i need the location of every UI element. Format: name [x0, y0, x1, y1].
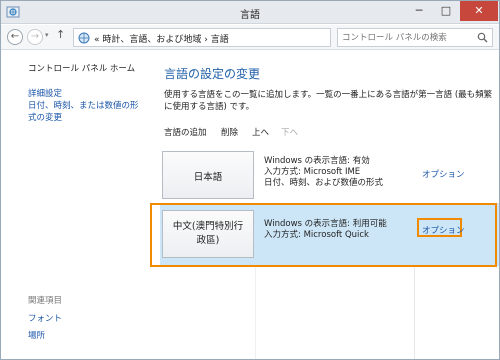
control-panel-location-icon — [78, 32, 90, 44]
forward-button[interactable]: → — [27, 29, 43, 45]
control-panel-window: 言語 ─ □ ✕ ← → ▾ ↑ « 時計、言語、および地域 › 言語 ▾ ↻ … — [0, 0, 500, 360]
column-divider — [255, 266, 256, 359]
language-toolbar: 言語の追加 削除 上へ 下へ — [151, 123, 499, 143]
sidebar-link-control-panel-home[interactable]: コントロール パネル ホーム — [28, 63, 135, 75]
sidebar-link-location[interactable]: 場所 — [28, 330, 45, 342]
maximize-button[interactable]: □ — [433, 1, 459, 21]
selected-row-highlight-box — [150, 203, 497, 267]
remove-language-button[interactable]: 削除 — [221, 126, 238, 138]
minimize-button[interactable]: ─ — [406, 1, 432, 21]
language-name: 日本語 — [193, 172, 223, 183]
search-box[interactable] — [337, 28, 493, 47]
format-info: 日付、時刻、および数値の形式 — [264, 178, 384, 188]
title-bar: 言語 ─ □ ✕ — [1, 1, 499, 24]
move-up-button[interactable]: 上へ — [252, 126, 269, 138]
address-row: ← → ▾ ↑ « 時計、言語、および地域 › 言語 ▾ ↻ — [1, 25, 499, 50]
sidebar-link-date-time-format[interactable]: 日付、時刻、または数値の形式の変更 — [28, 100, 146, 124]
language-info: Windows の表示言語: 有効 入力方式: Microsoft IME 日付… — [264, 156, 383, 189]
language-button-japanese[interactable]: 日本語 — [162, 151, 254, 199]
recent-locations-dropdown-icon[interactable]: ▾ — [45, 31, 49, 39]
address-bar[interactable]: « 時計、言語、および地域 › 言語 ▾ ↻ — [73, 28, 394, 47]
related-items-heading: 関連項目 — [28, 296, 63, 306]
language-row-japanese[interactable]: 日本語 Windows の表示言語: 有効 入力方式: Microsoft IM… — [160, 146, 499, 204]
search-input[interactable] — [342, 31, 470, 44]
add-language-button[interactable]: 言語の追加 — [164, 126, 207, 138]
page-description: 使用する言語をこの一覧に追加します。一覧の一番上にある言語が第一言語 (最も頻繁… — [164, 90, 493, 112]
breadcrumb[interactable]: « 時計、言語、および地域 › 言語 — [94, 32, 229, 45]
close-button[interactable]: ✕ — [460, 1, 498, 21]
move-down-button[interactable]: 下へ — [281, 126, 298, 138]
sidebar-link-fonts[interactable]: フォント — [28, 313, 62, 325]
options-link-japanese[interactable]: オプション — [422, 168, 465, 180]
page-title: 言語の設定の変更 — [164, 67, 261, 81]
search-icon[interactable] — [477, 32, 488, 43]
sidebar-link-advanced-settings[interactable]: 詳細設定 — [28, 88, 62, 100]
input-method: 入力方式: Microsoft IME — [264, 167, 361, 177]
back-button[interactable]: ← — [7, 29, 23, 45]
sidebar: コントロール パネル ホーム 詳細設定 日付、時刻、または数値の形式の変更 関連… — [1, 51, 151, 359]
display-language-status: Windows の表示言語: 有効 — [264, 156, 370, 166]
up-button[interactable]: ↑ — [56, 28, 65, 41]
